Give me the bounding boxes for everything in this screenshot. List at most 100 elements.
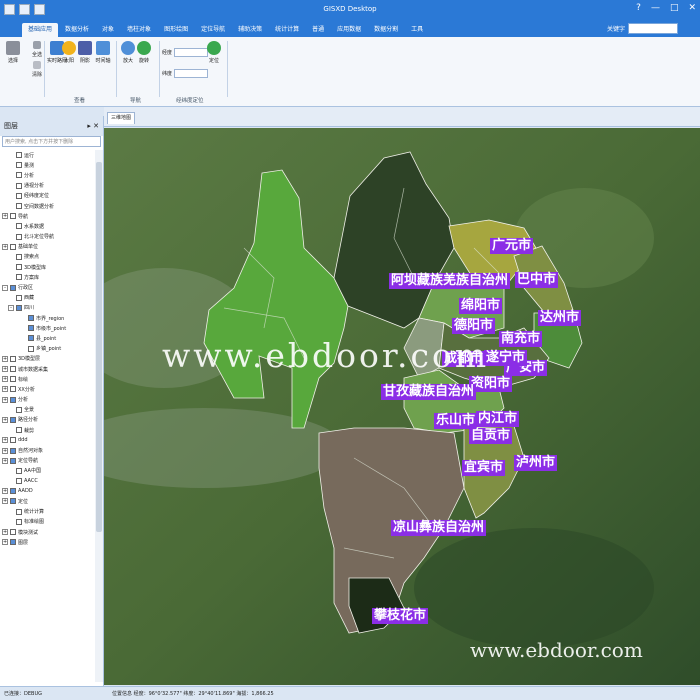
latitude-spinner[interactable]: 纬度 — [162, 69, 209, 78]
layer-tree-row[interactable]: 搜索点 — [0, 252, 95, 262]
layer-tree-row[interactable]: + 自然河对象 — [0, 445, 95, 455]
layer-checkbox[interactable] — [10, 376, 16, 383]
expand-toggle-icon[interactable]: + — [2, 437, 8, 444]
layer-tree-row[interactable]: + 模块测试 — [0, 527, 95, 537]
layer-tree-row[interactable]: AACC — [0, 476, 95, 486]
layer-tree-row[interactable]: AA中国 — [0, 466, 95, 476]
longitude-spinner[interactable]: 经度 — [162, 48, 209, 57]
minimize-button[interactable]: — — [651, 3, 660, 13]
layer-checkbox[interactable] — [10, 498, 16, 505]
layer-tree-row[interactable]: 运行 — [0, 150, 95, 160]
layer-checkbox[interactable] — [10, 488, 16, 495]
layer-tree-row[interactable]: 全景 — [0, 405, 95, 415]
expand-toggle-icon[interactable]: + — [2, 213, 8, 220]
layer-checkbox[interactable] — [10, 243, 16, 250]
layer-checkbox[interactable] — [16, 162, 22, 169]
expand-toggle-icon[interactable]: + — [2, 366, 8, 373]
layer-checkbox[interactable] — [10, 437, 16, 444]
layer-checkbox[interactable] — [16, 172, 22, 179]
layer-checkbox[interactable] — [28, 345, 34, 352]
layer-tree-row[interactable]: +3D模型层 — [0, 354, 95, 364]
layer-checkbox[interactable] — [10, 457, 16, 464]
layer-checkbox[interactable] — [16, 223, 22, 230]
layer-checkbox[interactable] — [16, 304, 22, 311]
layer-tree-row[interactable]: + 定位导航 — [0, 456, 95, 466]
expand-toggle-icon[interactable]: + — [2, 498, 8, 505]
layer-tree-row[interactable]: + 标绘 — [0, 374, 95, 384]
layer-checkbox[interactable] — [16, 274, 22, 281]
tab-graphic-drawing[interactable]: 图形绘图 — [158, 23, 194, 37]
tab-app-data[interactable]: 应用数据 — [331, 23, 367, 37]
timeline-button[interactable]: 时间轴 — [92, 41, 114, 64]
expand-toggle-icon[interactable]: - — [8, 304, 14, 311]
layer-tree-row[interactable]: 乡镇_point — [0, 344, 95, 354]
layer-checkbox[interactable] — [10, 213, 16, 220]
layer-search-input[interactable]: 用户搜索, 点击下方并按下删除 — [2, 136, 101, 147]
tab-tools[interactable]: 工具 — [405, 23, 429, 37]
tab-statistics[interactable]: 统计计算 — [269, 23, 305, 37]
tab-basic-app[interactable]: 基础应用 — [22, 23, 59, 37]
layer-tree-row[interactable]: 北斗定位导航 — [0, 232, 95, 242]
layer-tree-row[interactable]: 统计计算 — [0, 507, 95, 517]
layer-checkbox[interactable] — [16, 253, 22, 260]
layer-tree-row[interactable]: 水系数据 — [0, 221, 95, 231]
tab-3d-map[interactable]: 三维地图 — [107, 112, 135, 124]
layer-checkbox[interactable] — [16, 152, 22, 159]
layer-checkbox[interactable] — [28, 335, 34, 342]
tab-general[interactable]: 普通 — [306, 23, 330, 37]
layer-checkbox[interactable] — [10, 396, 16, 403]
tab-wall-objects[interactable]: 墙柱对象 — [121, 23, 157, 37]
layer-tree-row[interactable]: 西藏 — [0, 293, 95, 303]
layer-tree-row[interactable]: 县_point — [0, 333, 95, 343]
layer-tree-row[interactable]: 通视分析 — [0, 181, 95, 191]
layer-tree-row[interactable]: + 图层 — [0, 537, 95, 547]
layer-tree-row[interactable]: + XX分析 — [0, 384, 95, 394]
keyword-search-input[interactable] — [628, 23, 678, 34]
select-button[interactable]: 选择 — [2, 41, 24, 64]
layer-tree-row[interactable]: 方案库 — [0, 272, 95, 282]
help-icon[interactable]: ? — [636, 3, 641, 13]
layer-checkbox[interactable] — [16, 203, 22, 210]
layer-checkbox[interactable] — [16, 294, 22, 301]
layer-checkbox[interactable] — [10, 539, 16, 546]
tab-data-split[interactable]: 数据分割 — [368, 23, 404, 37]
expand-toggle-icon[interactable]: + — [2, 539, 8, 546]
layer-checkbox[interactable] — [28, 315, 34, 322]
layer-tree-row[interactable]: 裁剪 — [0, 425, 95, 435]
layer-tree-row[interactable]: - 四川 — [0, 303, 95, 313]
tab-positioning[interactable]: 定位导航 — [195, 23, 231, 37]
layer-checkbox[interactable] — [10, 447, 16, 454]
layer-tree-row[interactable]: 量测 — [0, 160, 95, 170]
expand-toggle-icon[interactable]: + — [2, 376, 8, 383]
layer-checkbox[interactable] — [10, 529, 16, 536]
layer-tree-row[interactable]: + 定位 — [0, 496, 95, 506]
tab-data-analysis[interactable]: 数据分析 — [59, 23, 95, 37]
tab-objects[interactable]: 对象 — [96, 23, 120, 37]
layer-tree-row[interactable]: - 行政区 — [0, 282, 95, 292]
maximize-button[interactable]: □ — [670, 3, 679, 13]
layer-checkbox[interactable] — [10, 366, 16, 373]
expand-toggle-icon[interactable]: + — [2, 488, 8, 495]
layer-tree-row[interactable]: 标准绘图 — [0, 517, 95, 527]
panel-pin-close[interactable]: ▸ ✕ — [87, 122, 99, 130]
rotate-button[interactable]: 旋转 — [133, 41, 155, 64]
layer-tree-row[interactable]: + 基础单位 — [0, 242, 95, 252]
layer-tree-row[interactable]: 分析 — [0, 170, 95, 180]
layer-checkbox[interactable] — [16, 467, 22, 474]
expand-toggle-icon[interactable]: + — [2, 529, 8, 536]
layer-checkbox[interactable] — [16, 233, 22, 240]
layer-checkbox[interactable] — [10, 355, 16, 362]
layer-tree-row[interactable]: 3D模型库 — [0, 262, 95, 272]
layer-checkbox[interactable] — [16, 182, 22, 189]
layer-tree-row[interactable]: + 分析 — [0, 395, 95, 405]
layer-checkbox[interactable] — [28, 325, 34, 332]
layer-tree-row[interactable]: + AADD — [0, 486, 95, 496]
layer-tree-row[interactable]: + 导航 — [0, 211, 95, 221]
expand-toggle-icon[interactable]: + — [2, 386, 8, 393]
expand-toggle-icon[interactable]: + — [2, 416, 8, 423]
layer-checkbox[interactable] — [10, 386, 16, 393]
layer-checkbox[interactable] — [16, 427, 22, 434]
expand-toggle-icon[interactable]: + — [2, 355, 8, 362]
layer-tree-row[interactable]: 经纬度定位 — [0, 191, 95, 201]
layer-checkbox[interactable] — [16, 478, 22, 485]
